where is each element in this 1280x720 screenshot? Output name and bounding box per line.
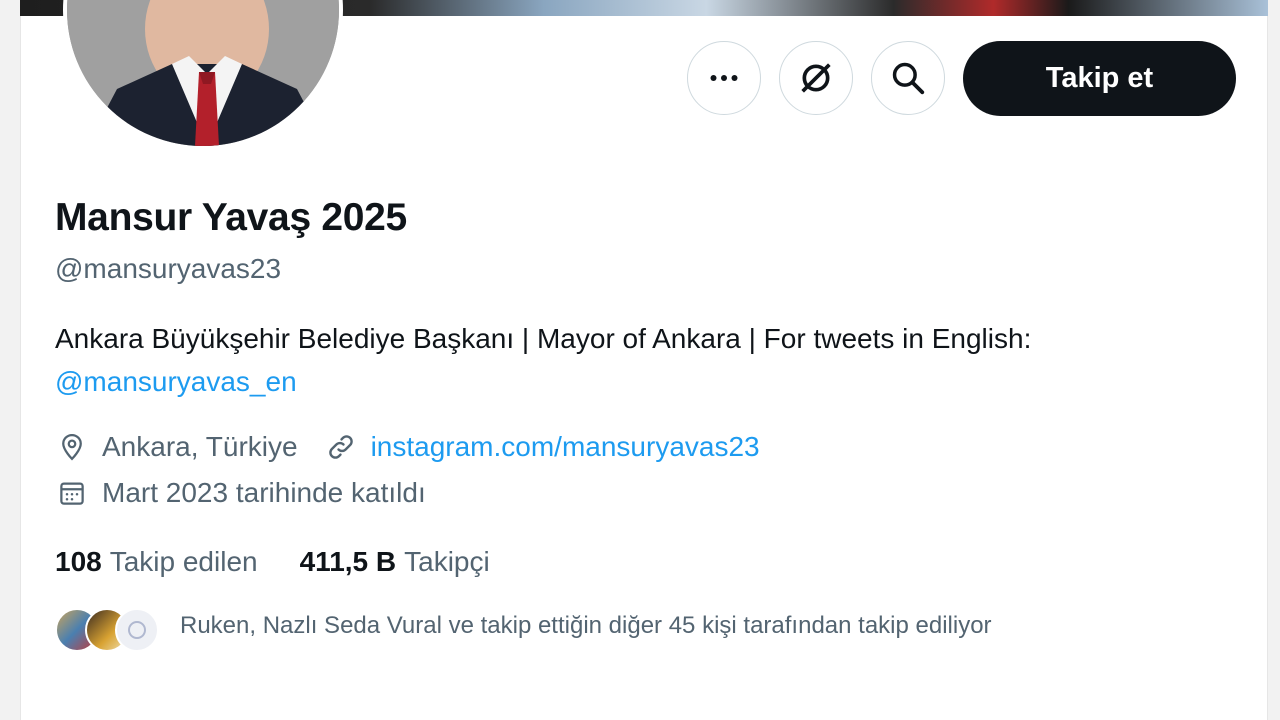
- profile-meta-row: Ankara, Türkiye instagram.com/mansuryava…: [55, 430, 760, 464]
- grok-icon: [801, 63, 831, 93]
- followers-label: Takipçi: [404, 546, 490, 577]
- page-left-border: [0, 0, 21, 720]
- profile-avatar[interactable]: [63, 0, 343, 150]
- following-link[interactable]: 108 Takip edilen: [55, 546, 258, 578]
- search-button[interactable]: [871, 41, 945, 115]
- bio-mention-link[interactable]: @mansuryavas_en: [55, 366, 297, 397]
- profile-location: Ankara, Türkiye: [102, 431, 298, 462]
- link-icon: [324, 430, 358, 464]
- page-right-border: [1267, 0, 1280, 720]
- followed-by-row[interactable]: Ruken, Nazlı Seda Vural ve takip ettiğin…: [55, 608, 992, 652]
- calendar-icon: [55, 476, 89, 510]
- profile-website-link[interactable]: instagram.com/mansuryavas23: [371, 431, 760, 463]
- profile-bio: Ankara Büyükşehir Belediye Başkanı | May…: [55, 317, 1235, 403]
- following-label: Takip edilen: [109, 546, 258, 577]
- following-count: 108: [55, 546, 102, 577]
- grok-button[interactable]: [779, 41, 853, 115]
- user-handle: @mansuryavas23: [55, 253, 282, 284]
- profile-joined-row: Mart 2023 tarihinde katıldı: [55, 476, 426, 510]
- bio-text: Ankara Büyükşehir Belediye Başkanı | May…: [55, 323, 1032, 354]
- more-icon: [710, 75, 738, 81]
- display-name: Mansur Yavaş 2025: [55, 196, 407, 239]
- search-icon: [892, 62, 925, 95]
- follower-avatar: [115, 608, 159, 652]
- profile-stats: 108 Takip edilen 411,5 B Takipçi: [55, 546, 490, 578]
- followed-by-text: Ruken, Nazlı Seda Vural ve takip ettiğin…: [180, 612, 992, 639]
- followers-link[interactable]: 411,5 B Takipçi: [300, 546, 490, 578]
- followers-count: 411,5 B: [299, 546, 397, 577]
- profile-joined-date: Mart 2023 tarihinde katıldı: [102, 477, 426, 508]
- more-button[interactable]: [687, 41, 761, 115]
- follow-button[interactable]: Takip et: [963, 41, 1236, 116]
- location-icon: [55, 430, 89, 464]
